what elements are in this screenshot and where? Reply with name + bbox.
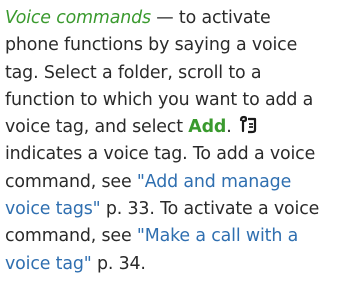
make-call-voice-tag-link-part-1[interactable]: "Make a call with a: [137, 226, 298, 246]
line-1: Voice commands — to activate: [5, 5, 341, 32]
voice-commands-term: Voice commands: [5, 8, 151, 28]
line-10: voice tag" p. 34.: [5, 251, 341, 278]
line-4: function to which you want to add a: [5, 89, 314, 110]
line-2: phone functions by saying a voice: [5, 35, 298, 56]
add-manage-voice-tags-link-part-1[interactable]: "Add and manage: [137, 172, 291, 192]
add-manage-voice-tags-link-part-2[interactable]: voice tags": [5, 199, 101, 219]
line-10-text: p. 34.: [91, 253, 146, 274]
line-6: indicates a voice tag. To add a voice: [5, 144, 316, 165]
make-call-voice-tag-link-part-2[interactable]: voice tag": [5, 254, 92, 274]
line-5-period: .: [226, 117, 232, 138]
line-9: command, see "Make a call with a: [5, 223, 341, 250]
line-7: command, see "Add and manage: [5, 169, 341, 196]
add-command-label: Add: [188, 117, 227, 138]
line-3: tag. Select a folder, scroll to a: [5, 62, 262, 83]
line-8: voice tags" p. 33. To activate a voice: [5, 196, 341, 223]
line-5: voice tag, and select Add.: [5, 114, 341, 141]
voice-commands-paragraph: Voice commands — to activate phone funct…: [5, 5, 341, 278]
line-5-text: voice tag, and select: [5, 117, 189, 138]
line-1-text: — to activate: [150, 8, 271, 28]
line-8-text: p. 33. To activate a voice: [100, 199, 320, 220]
voice-tag-icon: [238, 115, 260, 135]
line-9-text: command, see: [5, 226, 137, 247]
line-7-text: command, see: [5, 171, 137, 192]
